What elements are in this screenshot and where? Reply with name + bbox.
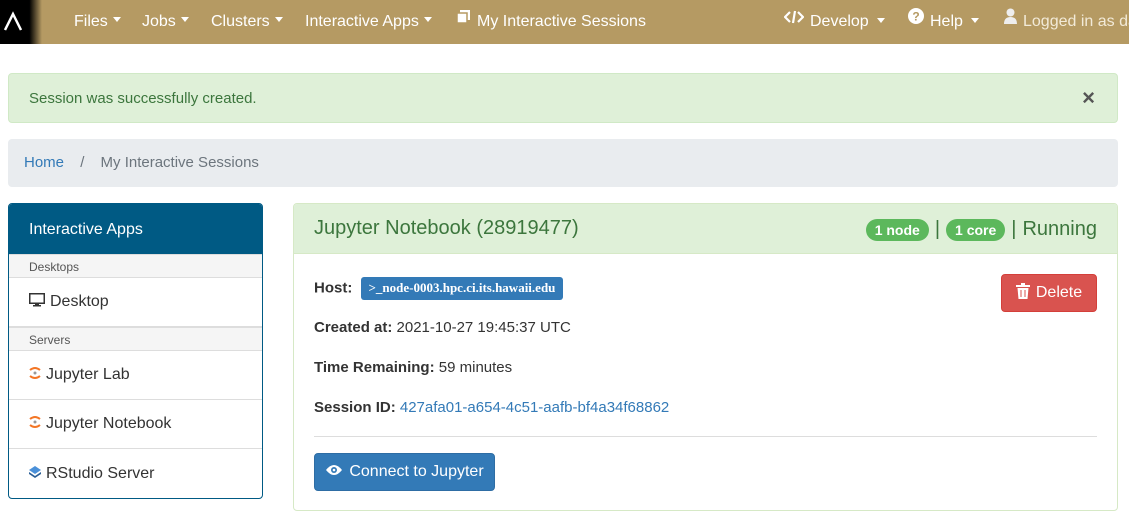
close-icon[interactable]: ×	[1082, 87, 1095, 109]
nav-clusters[interactable]: Clusters	[211, 0, 283, 44]
sidebar-title: Interactive Apps	[9, 204, 262, 254]
nav-jobs[interactable]: Jobs	[142, 0, 189, 44]
sidebar-item-jupyter-lab[interactable]: Jupyter Lab	[9, 351, 262, 400]
session-id-link[interactable]: 427afa01-a654-4c51-aafb-bf4a34f68862	[400, 399, 669, 416]
chevron-down-icon	[876, 17, 885, 23]
session-title: Jupyter Notebook (28919477)	[314, 217, 579, 239]
session-status-group: 1 node | 1 core | Running	[865, 218, 1097, 241]
breadcrumb: Home / My Interactive Sessions	[8, 139, 1118, 187]
jupyter-icon	[29, 366, 41, 385]
nav-my-interactive-sessions[interactable]: My Interactive Sessions	[456, 0, 646, 44]
delete-button[interactable]: Delete	[1001, 274, 1097, 312]
status-divider: |	[934, 218, 941, 240]
chevron-down-icon	[970, 17, 979, 23]
session-card-header: Jupyter Notebook (28919477) 1 node | 1 c…	[294, 204, 1117, 254]
nav-develop[interactable]: Develop	[783, 0, 885, 44]
nav-files[interactable]: Files	[74, 0, 121, 44]
code-icon	[783, 0, 805, 42]
created-value: 2021-10-27 19:45:37 UTC	[396, 319, 571, 336]
breadcrumb-current: My Interactive Sessions	[100, 154, 259, 171]
sidebar-item-jupyter-notebook[interactable]: Jupyter Notebook	[9, 400, 262, 449]
logo-icon[interactable]	[0, 0, 42, 44]
top-navbar: Files Jobs Clusters Interactive Apps My …	[0, 0, 1129, 44]
nav-help[interactable]: ? Help	[908, 0, 979, 44]
rstudio-icon	[29, 465, 41, 483]
monitor-icon	[29, 292, 45, 312]
interactive-apps-sidebar: Interactive Apps Desktops Desktop Server…	[8, 203, 263, 499]
success-alert: Session was successfully created. ×	[8, 73, 1118, 123]
breadcrumb-home-link[interactable]: Home	[24, 154, 64, 171]
eye-icon	[325, 463, 343, 481]
session-status: Running	[1022, 218, 1097, 240]
chevron-down-icon	[180, 17, 189, 23]
sidebar-category-servers: Servers	[9, 327, 262, 351]
sidebar-item-rstudio-server[interactable]: RStudio Server	[9, 449, 262, 498]
question-circle-icon: ?	[908, 0, 924, 42]
divider	[314, 436, 1097, 437]
sidebar-item-desktop[interactable]: Desktop	[9, 278, 262, 327]
host-badge[interactable]: >_node-0003.hpc.ci.its.hawaii.edu	[360, 277, 564, 300]
svg-text:?: ?	[912, 10, 919, 24]
session-card: Jupyter Notebook (28919477) 1 node | 1 c…	[293, 203, 1118, 511]
copy-icon	[456, 0, 471, 42]
alert-message: Session was successfully created.	[29, 90, 257, 107]
status-divider: |	[1011, 218, 1017, 240]
trash-icon	[1015, 282, 1030, 304]
user-icon	[1004, 0, 1017, 42]
time-remaining-value: 59 minutes	[438, 359, 513, 376]
chevron-down-icon	[112, 17, 121, 23]
jupyter-icon	[29, 415, 41, 434]
nav-interactive-apps[interactable]: Interactive Apps	[305, 0, 432, 44]
core-count-badge: 1 core	[946, 218, 1006, 241]
session-id-field: Session ID: 427afa01-a654-4c51-aafb-bf4a…	[314, 399, 670, 416]
connect-button[interactable]: Connect to Jupyter	[314, 453, 495, 491]
nav-user[interactable]: Logged in as da	[1004, 0, 1129, 44]
breadcrumb-separator: /	[80, 154, 85, 171]
host-field: Host: >_node-0003.hpc.ci.its.hawaii.edu	[314, 277, 564, 300]
node-count-badge: 1 node	[865, 218, 929, 241]
sidebar-category-desktops: Desktops	[9, 254, 262, 278]
time-remaining-field: Time Remaining: 59 minutes	[314, 359, 513, 376]
chevron-down-icon	[274, 17, 283, 23]
chevron-down-icon	[423, 17, 432, 23]
created-field: Created at: 2021-10-27 19:45:37 UTC	[314, 319, 571, 336]
